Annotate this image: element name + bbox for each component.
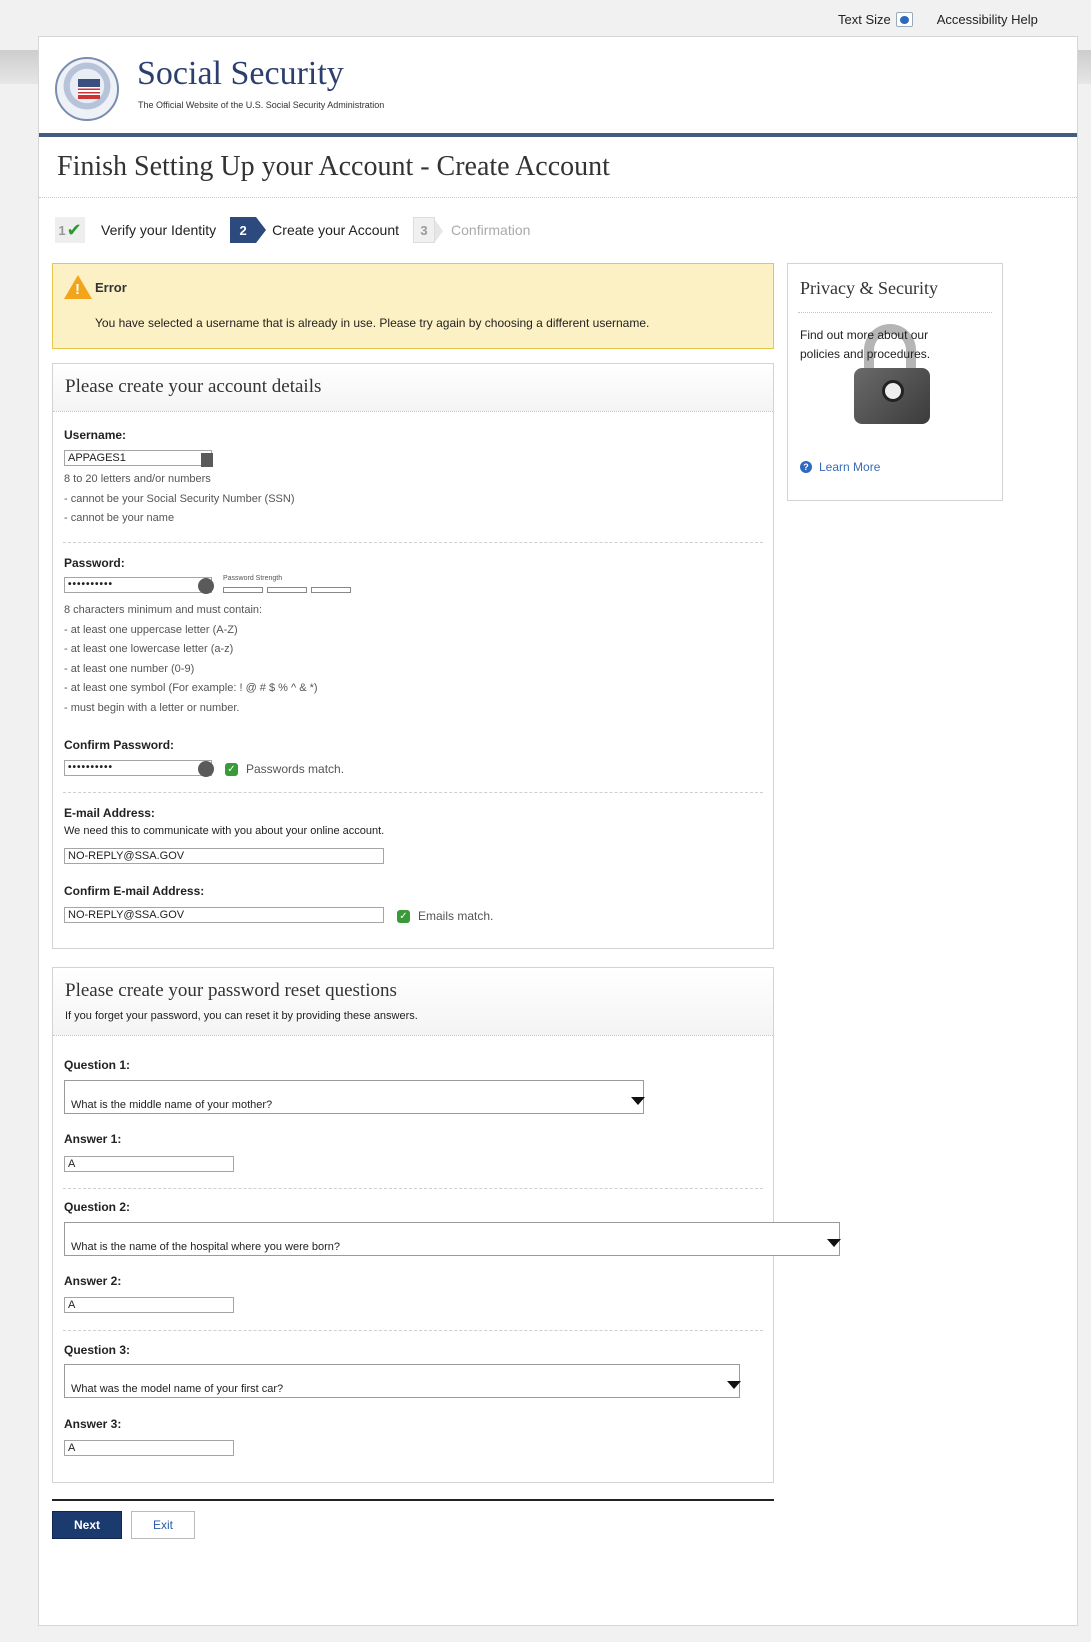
confirm-password-label: Confirm Password: (64, 738, 175, 752)
step-confirmation: 3 Confirmation (413, 217, 530, 243)
password-strength-label: Password Strength (223, 575, 283, 582)
strength-bar (267, 587, 307, 593)
step-verify-identity: 1 ✔ Verify your Identity (55, 217, 216, 243)
brand-subtitle: The Official Website of the U.S. Social … (138, 100, 385, 110)
username-hints: 8 to 20 letters and/or numbers - cannot … (64, 473, 295, 524)
learn-more-link[interactable]: ? Learn More (800, 460, 880, 474)
error-alert: ! Error You have selected a username tha… (52, 263, 774, 349)
step-2-label: Create your Account (272, 222, 400, 238)
email-input[interactable]: NO-REPLY@SSA.GOV (64, 848, 384, 864)
divider (63, 1330, 763, 1331)
sidebar-text: Find out more about our policies and pro… (800, 328, 931, 361)
answer-2-input[interactable]: A (64, 1297, 234, 1313)
username-label: Username: (64, 428, 127, 442)
step-2-marker: 2 (230, 217, 267, 243)
checkmark-icon: ✔ (66, 219, 82, 240)
check-icon: ✓ (225, 762, 238, 776)
field-indicator-icon (201, 453, 213, 467)
check-icon: ✓ (397, 909, 410, 923)
strength-bar (223, 587, 263, 593)
passwords-match-text: Passwords match. (246, 762, 345, 776)
divider (63, 1188, 763, 1189)
answer-2-label: Answer 2: (64, 1274, 122, 1288)
ssa-seal-logo[interactable] (55, 57, 119, 121)
panel-title: Please create your password reset questi… (65, 980, 397, 1001)
privacy-security-panel: Privacy & Security Find out more about o… (787, 263, 1003, 501)
dropdown-arrow-icon (727, 1381, 741, 1389)
email-hint: We need this to communicate with you abo… (64, 825, 385, 837)
step-3-label: Confirmation (451, 222, 531, 238)
step-3-marker: 3 (413, 217, 444, 243)
text-size-label: Text Size (838, 12, 891, 27)
button-row-divider (52, 1499, 774, 1501)
page-frame: Social Security The Official Website of … (38, 36, 1078, 1626)
answer-3-input[interactable]: A (64, 1440, 234, 1456)
brand-title[interactable]: Social Security (137, 55, 344, 93)
answer-1-label: Answer 1: (64, 1132, 122, 1146)
dropdown-arrow-icon (827, 1239, 841, 1247)
password-hints: 8 characters minimum and must contain: -… (64, 604, 318, 714)
password-label: Password: (64, 556, 125, 570)
divider (63, 542, 763, 543)
text-size-control[interactable]: Text Size (838, 12, 913, 27)
account-details-panel: Please create your account details Usern… (52, 363, 774, 949)
panel-title: Please create your account details (65, 376, 322, 397)
panel-header: Please create your password reset questi… (53, 968, 773, 1036)
strength-bar (311, 587, 351, 593)
learn-more-label: Learn More (819, 460, 881, 474)
password-toggle-icon[interactable] (198, 578, 214, 594)
exit-button[interactable]: Exit (131, 1511, 195, 1539)
question-1-label: Question 1: (64, 1058, 131, 1072)
divider (63, 792, 763, 793)
error-message: You have selected a username that is alr… (95, 316, 650, 330)
question-3-label: Question 3: (64, 1343, 131, 1357)
answer-3-label: Answer 3: (64, 1417, 122, 1431)
panel-subtitle: If you forget your password, you can res… (65, 1010, 418, 1022)
step-create-account: 2 Create your Account (230, 217, 399, 243)
dropdown-arrow-icon (631, 1097, 645, 1105)
username-input[interactable]: APPAGES1 (64, 450, 212, 466)
error-title: Error (95, 280, 127, 295)
emails-match-status: ✓ Emails match. (397, 909, 493, 923)
password-toggle-icon[interactable] (198, 761, 214, 777)
question-2-select[interactable]: What is the name of the hospital where y… (64, 1222, 841, 1256)
text-size-dropdown-icon[interactable] (895, 12, 913, 27)
question-1-select[interactable]: What is the middle name of your mother? (64, 1080, 645, 1114)
help-icon: ? (800, 461, 812, 473)
reset-questions-panel: Please create your password reset questi… (52, 967, 841, 1483)
answer-1-input[interactable]: A (64, 1156, 234, 1172)
site-header: Social Security The Official Website of … (39, 37, 1077, 137)
accessibility-help-link[interactable]: Accessibility Help (937, 12, 1038, 27)
warning-icon: ! (64, 275, 92, 299)
step-1-marker: 1 ✔ (55, 217, 85, 243)
utility-bar: Text Size Accessibility Help (838, 12, 1038, 27)
password-input[interactable]: •••••••••• (64, 577, 212, 593)
question-2-label: Question 2: (64, 1200, 131, 1214)
divider (39, 197, 1077, 198)
divider (798, 312, 992, 313)
sidebar-title: Privacy & Security (800, 278, 938, 298)
passwords-match-status: ✓ Passwords match. (225, 762, 344, 776)
next-button[interactable]: Next (52, 1511, 122, 1539)
emails-match-text: Emails match. (418, 909, 494, 923)
email-label: E-mail Address: (64, 806, 155, 820)
confirm-email-input[interactable]: NO-REPLY@SSA.GOV (64, 907, 384, 923)
confirm-email-label: Confirm E-mail Address: (64, 884, 205, 898)
panel-header: Please create your account details (53, 364, 773, 412)
progress-steps: 1 ✔ Verify your Identity 2 Create your Ac… (55, 217, 544, 243)
confirm-password-input[interactable]: •••••••••• (64, 760, 212, 776)
page-title: Finish Setting Up your Account - Create … (57, 151, 610, 182)
question-3-select[interactable]: What was the model name of your first ca… (64, 1364, 741, 1398)
step-1-label: Verify your Identity (101, 222, 217, 238)
